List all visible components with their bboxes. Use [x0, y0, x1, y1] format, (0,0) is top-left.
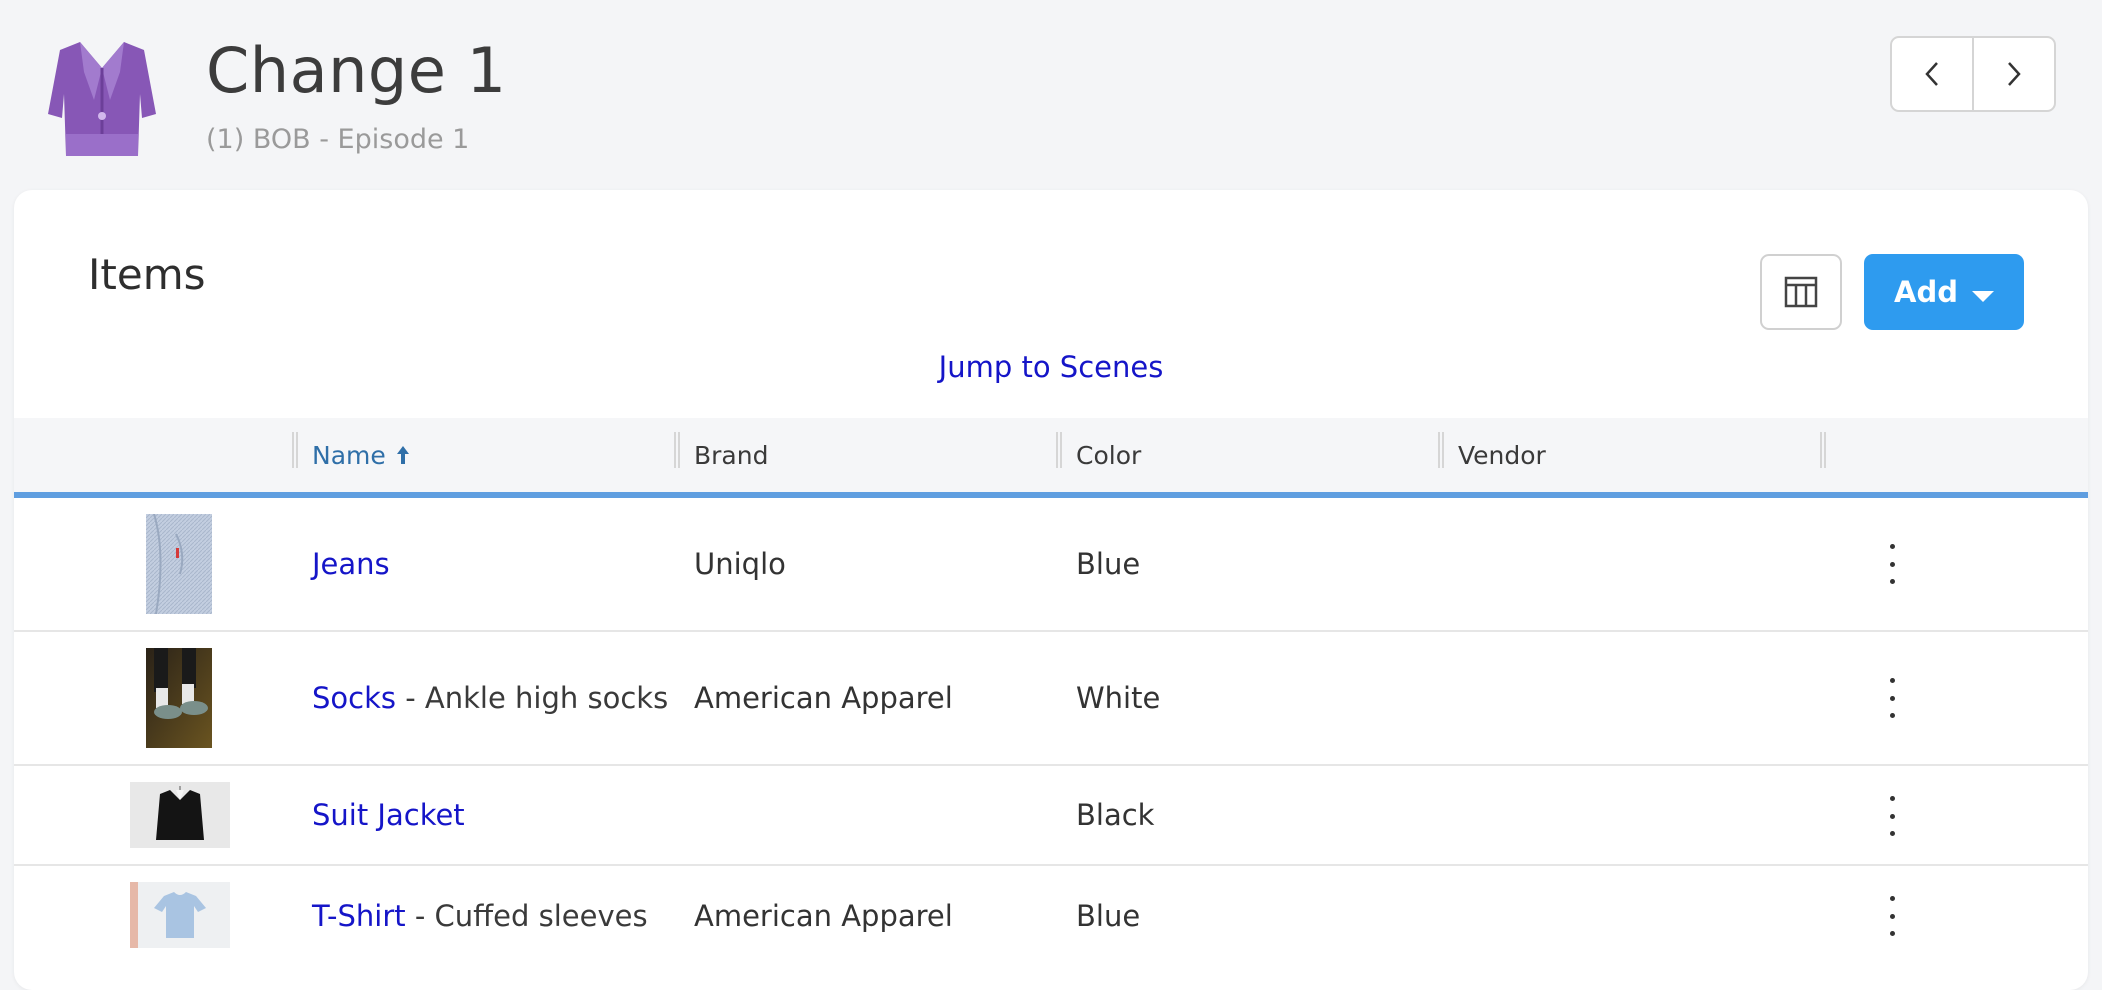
- table-row[interactable]: Suit Jacket Black: [14, 766, 2088, 866]
- previous-button[interactable]: [1892, 38, 1972, 110]
- socks-image: [146, 648, 212, 748]
- table-row[interactable]: Socks - Ankle high socks American Appare…: [14, 632, 2088, 766]
- column-resize-handle[interactable]: [1056, 432, 1062, 468]
- item-thumbnail[interactable]: [146, 648, 212, 748]
- row-menu-icon[interactable]: [1880, 896, 1904, 936]
- item-name-cell: Suit Jacket: [312, 766, 465, 864]
- item-color: White: [1076, 681, 1161, 715]
- item-brand: Uniqlo: [694, 547, 786, 581]
- table-row[interactable]: Jeans Uniqlo Blue: [14, 498, 2088, 632]
- jeans-image: [146, 514, 212, 614]
- pager: [1890, 36, 2056, 112]
- column-resize-handle[interactable]: [292, 432, 298, 468]
- chevron-left-icon: [1925, 62, 1938, 86]
- row-menu-icon[interactable]: [1880, 796, 1904, 836]
- item-color: Black: [1076, 798, 1155, 832]
- column-header-color[interactable]: Color: [1076, 418, 1141, 492]
- item-name-cell: T-Shirt - Cuffed sleeves: [312, 866, 648, 966]
- item-color: Blue: [1076, 899, 1141, 933]
- row-menu-icon[interactable]: [1880, 544, 1904, 584]
- page-title: Change 1: [206, 34, 507, 107]
- jacket-icon: [48, 42, 156, 156]
- item-name-link[interactable]: T-Shirt: [312, 899, 406, 933]
- item-name-link[interactable]: Socks: [312, 681, 396, 715]
- item-brand: American Apparel: [694, 681, 953, 715]
- card-title: Items: [88, 250, 206, 299]
- column-header-brand[interactable]: Brand: [694, 418, 768, 492]
- jump-to-scenes-link[interactable]: Jump to Scenes: [14, 350, 2088, 384]
- add-button-label: Add: [1894, 275, 1958, 309]
- suit-jacket-image: [130, 782, 230, 848]
- chevron-right-icon: [2008, 62, 2021, 86]
- column-header-name[interactable]: Name: [312, 418, 410, 492]
- item-name-link[interactable]: Jeans: [312, 547, 390, 581]
- next-button[interactable]: [1972, 38, 2054, 110]
- item-name-cell: Jeans: [312, 498, 390, 630]
- item-name-link[interactable]: Suit Jacket: [312, 798, 465, 832]
- item-thumbnail[interactable]: [146, 514, 212, 614]
- sort-up-icon: [396, 446, 409, 464]
- items-card: Items Add Jump to Scenes Name Brand Colo…: [14, 190, 2088, 990]
- item-name-cell: Socks - Ankle high socks: [312, 632, 668, 764]
- columns-icon: [1784, 276, 1818, 308]
- item-brand: American Apparel: [694, 899, 953, 933]
- add-button[interactable]: Add: [1864, 254, 2024, 330]
- item-description: - Cuffed sleeves: [405, 899, 648, 933]
- column-resize-handle[interactable]: [1438, 432, 1444, 468]
- column-header-vendor[interactable]: Vendor: [1458, 418, 1546, 492]
- item-thumbnail[interactable]: [130, 882, 230, 948]
- item-description: - Ankle high socks: [396, 681, 669, 715]
- columns-toggle-button[interactable]: [1760, 254, 1842, 330]
- table-header: Name Brand Color Vendor: [14, 418, 2088, 498]
- page-header: Change 1 (1) BOB - Episode 1: [0, 0, 2102, 190]
- t-shirt-image: [130, 882, 230, 948]
- item-thumbnail[interactable]: [130, 782, 230, 848]
- page-subtitle: (1) BOB - Episode 1: [206, 124, 470, 155]
- row-menu-icon[interactable]: [1880, 678, 1904, 718]
- column-resize-handle[interactable]: [1820, 432, 1826, 468]
- caret-down-icon: [1971, 290, 1994, 302]
- column-resize-handle[interactable]: [674, 432, 680, 468]
- item-color: Blue: [1076, 547, 1141, 581]
- table-row[interactable]: T-Shirt - Cuffed sleeves American Appare…: [14, 866, 2088, 966]
